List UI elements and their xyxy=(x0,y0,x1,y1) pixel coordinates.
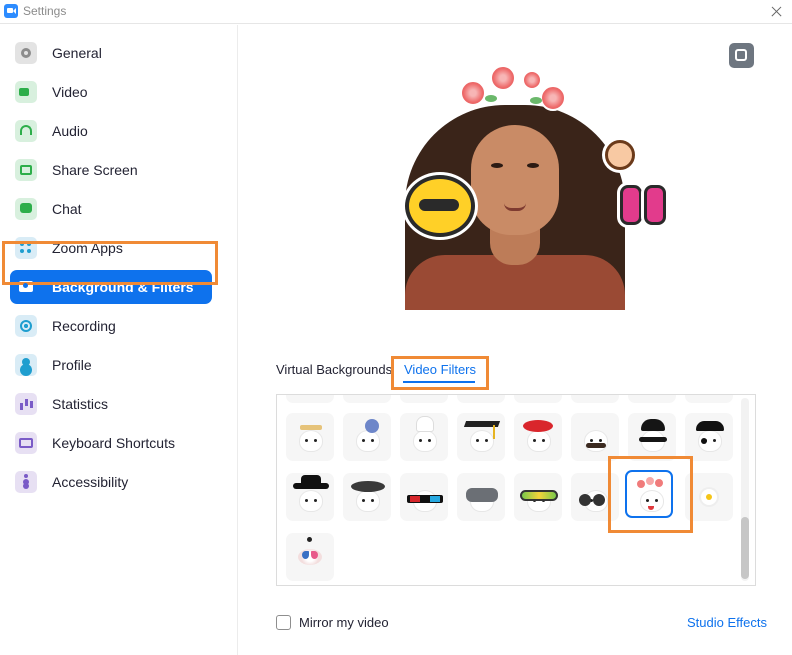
flower-crown-overlay xyxy=(460,65,575,115)
keyboard-icon xyxy=(15,432,37,454)
headphones-icon xyxy=(15,120,37,142)
mirror-video-checkbox[interactable] xyxy=(276,615,291,630)
filter-black-hat-face[interactable] xyxy=(286,473,334,521)
sticker-letters xyxy=(620,185,680,230)
sidebar-item-label: Profile xyxy=(52,357,92,373)
highlight-box-tab xyxy=(391,356,489,390)
filter-3d-glasses-face[interactable] xyxy=(400,473,448,521)
gear-icon xyxy=(15,42,37,64)
filter-cell[interactable] xyxy=(514,395,562,403)
filter-mustache-face[interactable] xyxy=(571,413,619,461)
mirror-toggle-icon[interactable] xyxy=(729,43,754,68)
sidebar-item-label: Share Screen xyxy=(52,162,138,178)
sidebar-item-video[interactable]: Video xyxy=(10,75,212,109)
filter-graduation-cap-face[interactable] xyxy=(457,413,505,461)
sticker-girl xyxy=(605,140,635,170)
zoom-app-icon xyxy=(4,4,18,18)
video-camera-icon xyxy=(15,81,37,103)
sidebar-item-profile[interactable]: Profile xyxy=(10,348,212,382)
filter-cell[interactable] xyxy=(628,395,676,403)
sidebar-item-general[interactable]: General xyxy=(10,36,212,70)
sidebar-item-label: Recording xyxy=(52,318,116,334)
filter-butterfly-face[interactable] xyxy=(286,533,334,581)
sidebar-item-keyboard-shortcuts[interactable]: Keyboard Shortcuts xyxy=(10,426,212,460)
sticker-letter xyxy=(405,175,475,237)
highlight-box-filter xyxy=(608,456,693,533)
sidebar-item-audio[interactable]: Audio xyxy=(10,114,212,148)
chat-bubble-icon xyxy=(15,198,37,220)
sidebar-item-label: Video xyxy=(52,84,88,100)
mirror-video-label[interactable]: Mirror my video xyxy=(299,615,389,630)
filter-ski-goggles-face[interactable] xyxy=(514,473,562,521)
filter-vr-headset-face[interactable] xyxy=(457,473,505,521)
sidebar-item-label: Audio xyxy=(52,123,88,139)
filter-cell[interactable] xyxy=(685,395,733,403)
filter-red-beret-face[interactable] xyxy=(514,413,562,461)
filter-cell[interactable] xyxy=(457,395,505,403)
filter-cell[interactable] xyxy=(286,395,334,403)
sidebar-item-label: Keyboard Shortcuts xyxy=(52,435,175,451)
tab-virtual-backgrounds[interactable]: Virtual Backgrounds xyxy=(276,362,392,377)
filter-pirate-face[interactable] xyxy=(685,413,733,461)
sidebar-item-label: Statistics xyxy=(52,396,109,412)
sidebar-item-recording[interactable]: Recording xyxy=(10,309,212,343)
sidebar-item-statistics[interactable]: Statistics xyxy=(10,387,212,421)
sidebar-item-label: General xyxy=(52,45,102,61)
sidebar-item-share-screen[interactable]: Share Screen xyxy=(10,153,212,187)
accessibility-icon xyxy=(15,471,37,493)
sidebar-item-label: Accessibility xyxy=(52,474,129,490)
highlight-box-sidebar xyxy=(2,241,218,285)
filter-bandit-mask-face[interactable] xyxy=(628,413,676,461)
settings-sidebar: General Video Audio Share Screen Chat Zo… xyxy=(0,25,238,655)
record-icon xyxy=(15,315,37,337)
filter-chef-hat-face[interactable] xyxy=(400,413,448,461)
filter-beret-face[interactable] xyxy=(343,473,391,521)
title-bar: Settings xyxy=(0,0,792,24)
filter-cell[interactable] xyxy=(400,395,448,403)
filter-crown-face[interactable] xyxy=(286,413,334,461)
close-icon[interactable] xyxy=(766,2,786,22)
studio-effects-link[interactable]: Studio Effects xyxy=(687,615,767,630)
sidebar-item-chat[interactable]: Chat xyxy=(10,192,212,226)
profile-person-icon xyxy=(15,354,37,376)
sidebar-item-label: Chat xyxy=(52,201,82,217)
filters-scroll-thumb[interactable] xyxy=(741,517,749,579)
window-title: Settings xyxy=(23,4,67,18)
filter-cell[interactable] xyxy=(343,395,391,403)
sidebar-item-accessibility[interactable]: Accessibility xyxy=(10,465,212,499)
bar-chart-icon xyxy=(15,393,37,415)
video-preview xyxy=(275,35,765,310)
share-screen-icon xyxy=(15,159,37,181)
filter-cell[interactable] xyxy=(571,395,619,403)
filter-flower-hair-face[interactable] xyxy=(343,413,391,461)
